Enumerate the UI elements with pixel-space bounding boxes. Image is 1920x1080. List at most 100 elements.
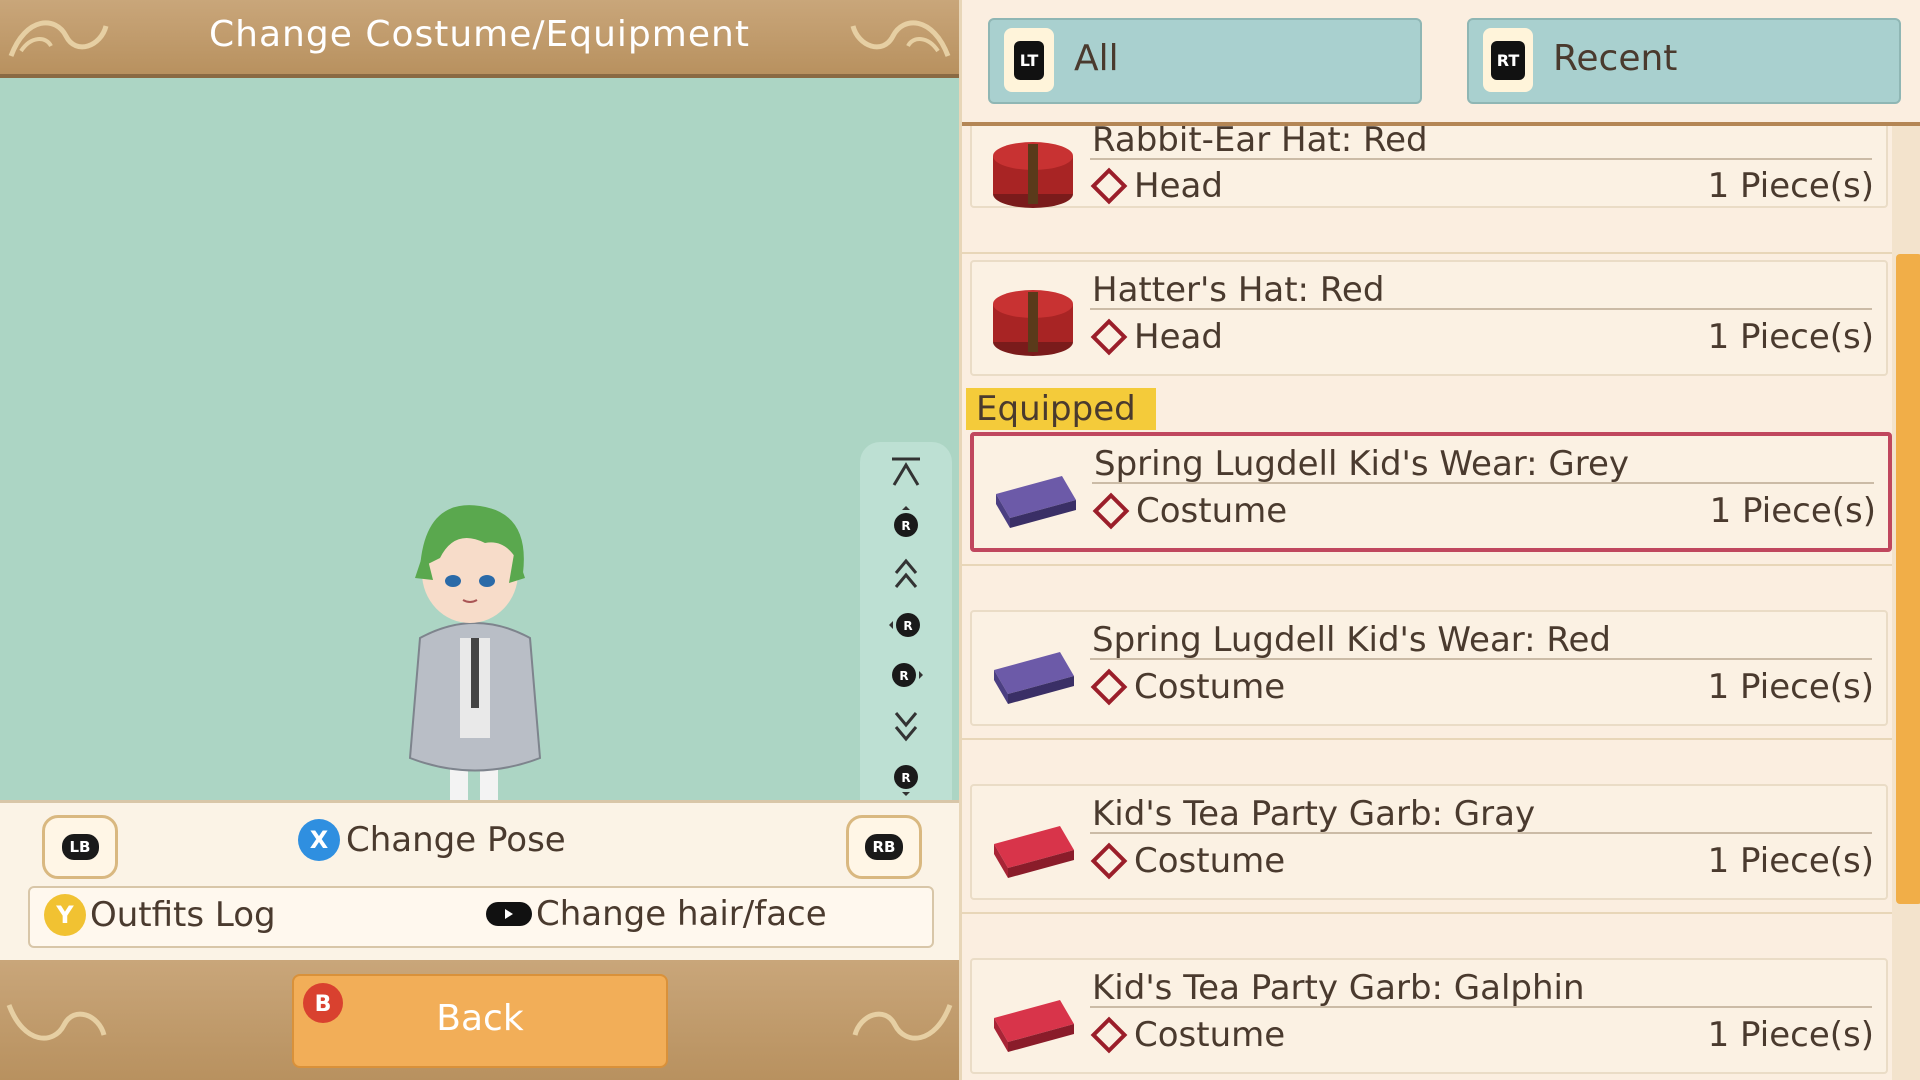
item-category: Head: [1090, 166, 1223, 206]
item-category: Costume: [1090, 841, 1286, 881]
item-divider: [1092, 482, 1874, 484]
list-item-equipped[interactable]: Spring Lugdell Kid's Wear: Grey Costume …: [970, 432, 1892, 552]
item-divider: [1090, 832, 1872, 834]
ornament-right-icon: [850, 20, 951, 57]
lb-button[interactable]: LB: [42, 815, 118, 879]
item-category-label: Head: [1134, 166, 1223, 206]
list-item[interactable]: Spring Lugdell Kid's Wear: Red Costume 1…: [970, 610, 1888, 726]
item-category-label: Costume: [1134, 1015, 1286, 1055]
red-hatbox-icon: [993, 290, 1073, 356]
divider: [962, 912, 1892, 914]
divider: [962, 252, 1892, 254]
control-bar: LB X Change Pose RB Y Outfits Log Change…: [0, 800, 959, 963]
item-category-label: Costume: [1136, 491, 1288, 531]
item-category-label: Costume: [1134, 667, 1286, 707]
rb-button[interactable]: RB: [846, 815, 922, 879]
item-quantity: 1 Piece(s): [1707, 667, 1874, 707]
lt-badge-icon: LT: [1004, 28, 1054, 92]
tab-recent-label: Recent: [1553, 38, 1678, 79]
right-stick-icon: [486, 902, 532, 926]
diamond-icon: [1090, 668, 1128, 706]
rotate-right-icon[interactable]: R: [885, 654, 927, 696]
item-name: Hatter's Hat: Red: [1092, 270, 1385, 310]
tab-all[interactable]: LT All: [988, 18, 1422, 104]
y-button-icon: Y: [44, 894, 86, 936]
title-bar: Change Costume/Equipment: [0, 0, 959, 78]
change-hair-face-label: Change hair/face: [536, 894, 827, 934]
scroll-top-icon[interactable]: [885, 452, 927, 494]
back-label: Back: [436, 998, 524, 1039]
divider: [962, 564, 1892, 566]
rotate-down-icon[interactable]: R: [885, 758, 927, 800]
item-name: Rabbit-Ear Hat: Red: [1092, 126, 1428, 160]
item-divider: [1090, 1006, 1872, 1008]
change-hair-face-button[interactable]: Change hair/face: [486, 894, 827, 934]
item-category: Head: [1090, 317, 1223, 357]
purple-suitcase-icon: [996, 476, 1076, 528]
item-divider: [1090, 158, 1872, 160]
item-quantity: 1 Piece(s): [1707, 841, 1874, 881]
item-category: Costume: [1090, 667, 1286, 707]
item-name: Kid's Tea Party Garb: Galphin: [1092, 968, 1585, 1008]
item-quantity: 1 Piece(s): [1707, 1015, 1874, 1055]
rt-badge-icon: RT: [1483, 28, 1533, 92]
item-list[interactable]: Rabbit-Ear Hat: Red Head 1 Piece(s) Hatt…: [962, 126, 1892, 1080]
item-quantity: 1 Piece(s): [1709, 491, 1876, 531]
item-name: Spring Lugdell Kid's Wear: Red: [1092, 620, 1612, 660]
scrollbar[interactable]: [1892, 126, 1920, 1080]
divider: [962, 738, 1892, 740]
zoom-out-icon[interactable]: [885, 706, 927, 748]
outfits-log-label: Outfits Log: [90, 895, 276, 935]
scrollbar-thumb[interactable]: [1896, 254, 1920, 904]
item-category: Costume: [1092, 491, 1288, 531]
rotate-left-icon[interactable]: R: [885, 604, 927, 646]
ornament-bottom-right-icon: [852, 1004, 953, 1041]
footer-bar: B Back: [0, 960, 959, 1080]
item-quantity: 1 Piece(s): [1707, 166, 1874, 206]
lb-label: LB: [61, 834, 99, 860]
red-hatbox-icon: [993, 142, 1073, 208]
item-category-label: Head: [1134, 317, 1223, 357]
page-title: Change Costume/Equipment: [209, 14, 750, 55]
x-button-icon: X: [298, 819, 340, 861]
red-suitcase-icon: [994, 1000, 1074, 1052]
equipped-section-label: Equipped: [966, 388, 1156, 430]
list-item[interactable]: Hatter's Hat: Red Head 1 Piece(s): [970, 260, 1888, 376]
diamond-icon: [1090, 1016, 1128, 1054]
outfits-log-button[interactable]: Y Outfits Log: [44, 894, 276, 936]
item-name: Kid's Tea Party Garb: Gray: [1092, 794, 1536, 834]
zoom-in-icon[interactable]: [885, 552, 927, 594]
item-quantity: 1 Piece(s): [1707, 317, 1874, 357]
inventory-panel: LT All RT Recent Rabbit-Ear Hat: Red Hea…: [959, 0, 1920, 1080]
tab-all-label: All: [1074, 38, 1119, 79]
list-item[interactable]: Kid's Tea Party Garb: Galphin Costume 1 …: [970, 958, 1888, 1074]
diamond-icon: [1092, 492, 1130, 530]
tab-recent[interactable]: RT Recent: [1467, 18, 1901, 104]
diamond-icon: [1090, 167, 1128, 205]
diamond-icon: [1090, 318, 1128, 356]
item-category: Costume: [1090, 1015, 1286, 1055]
list-item[interactable]: Kid's Tea Party Garb: Gray Costume 1 Pie…: [970, 784, 1888, 900]
item-divider: [1090, 658, 1872, 660]
svg-text:R: R: [901, 519, 910, 533]
item-name: Spring Lugdell Kid's Wear: Grey: [1094, 444, 1630, 484]
rb-label: RB: [864, 834, 904, 860]
diamond-icon: [1090, 842, 1128, 880]
purple-suitcase-icon: [994, 652, 1074, 704]
rotate-up-icon[interactable]: R: [885, 502, 927, 544]
preview-panel: Change Costume/Equipment R R R R LB X Ch…: [0, 0, 959, 1080]
character-preview[interactable]: R R R R: [0, 78, 959, 872]
character-model: [408, 505, 542, 840]
red-suitcase-icon: [994, 826, 1074, 878]
svg-text:R: R: [899, 669, 908, 683]
change-pose-button[interactable]: X Change Pose: [298, 819, 566, 861]
change-pose-label: Change Pose: [346, 820, 566, 860]
item-divider: [1090, 308, 1872, 310]
list-item[interactable]: Rabbit-Ear Hat: Red Head 1 Piece(s): [970, 126, 1888, 208]
item-category-label: Costume: [1134, 841, 1286, 881]
secondary-controls: Y Outfits Log Change hair/face: [28, 886, 934, 948]
back-button[interactable]: B Back: [292, 974, 668, 1068]
filter-tabs: LT All RT Recent: [962, 0, 1920, 126]
svg-text:R: R: [901, 771, 910, 785]
svg-text:R: R: [903, 619, 912, 633]
